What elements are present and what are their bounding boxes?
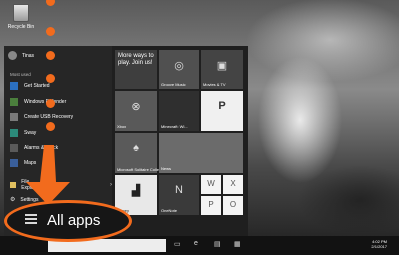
all-apps-label: All apps [47,212,101,229]
list-icon [25,214,37,227]
all-apps-button[interactable]: All apps [4,200,132,242]
